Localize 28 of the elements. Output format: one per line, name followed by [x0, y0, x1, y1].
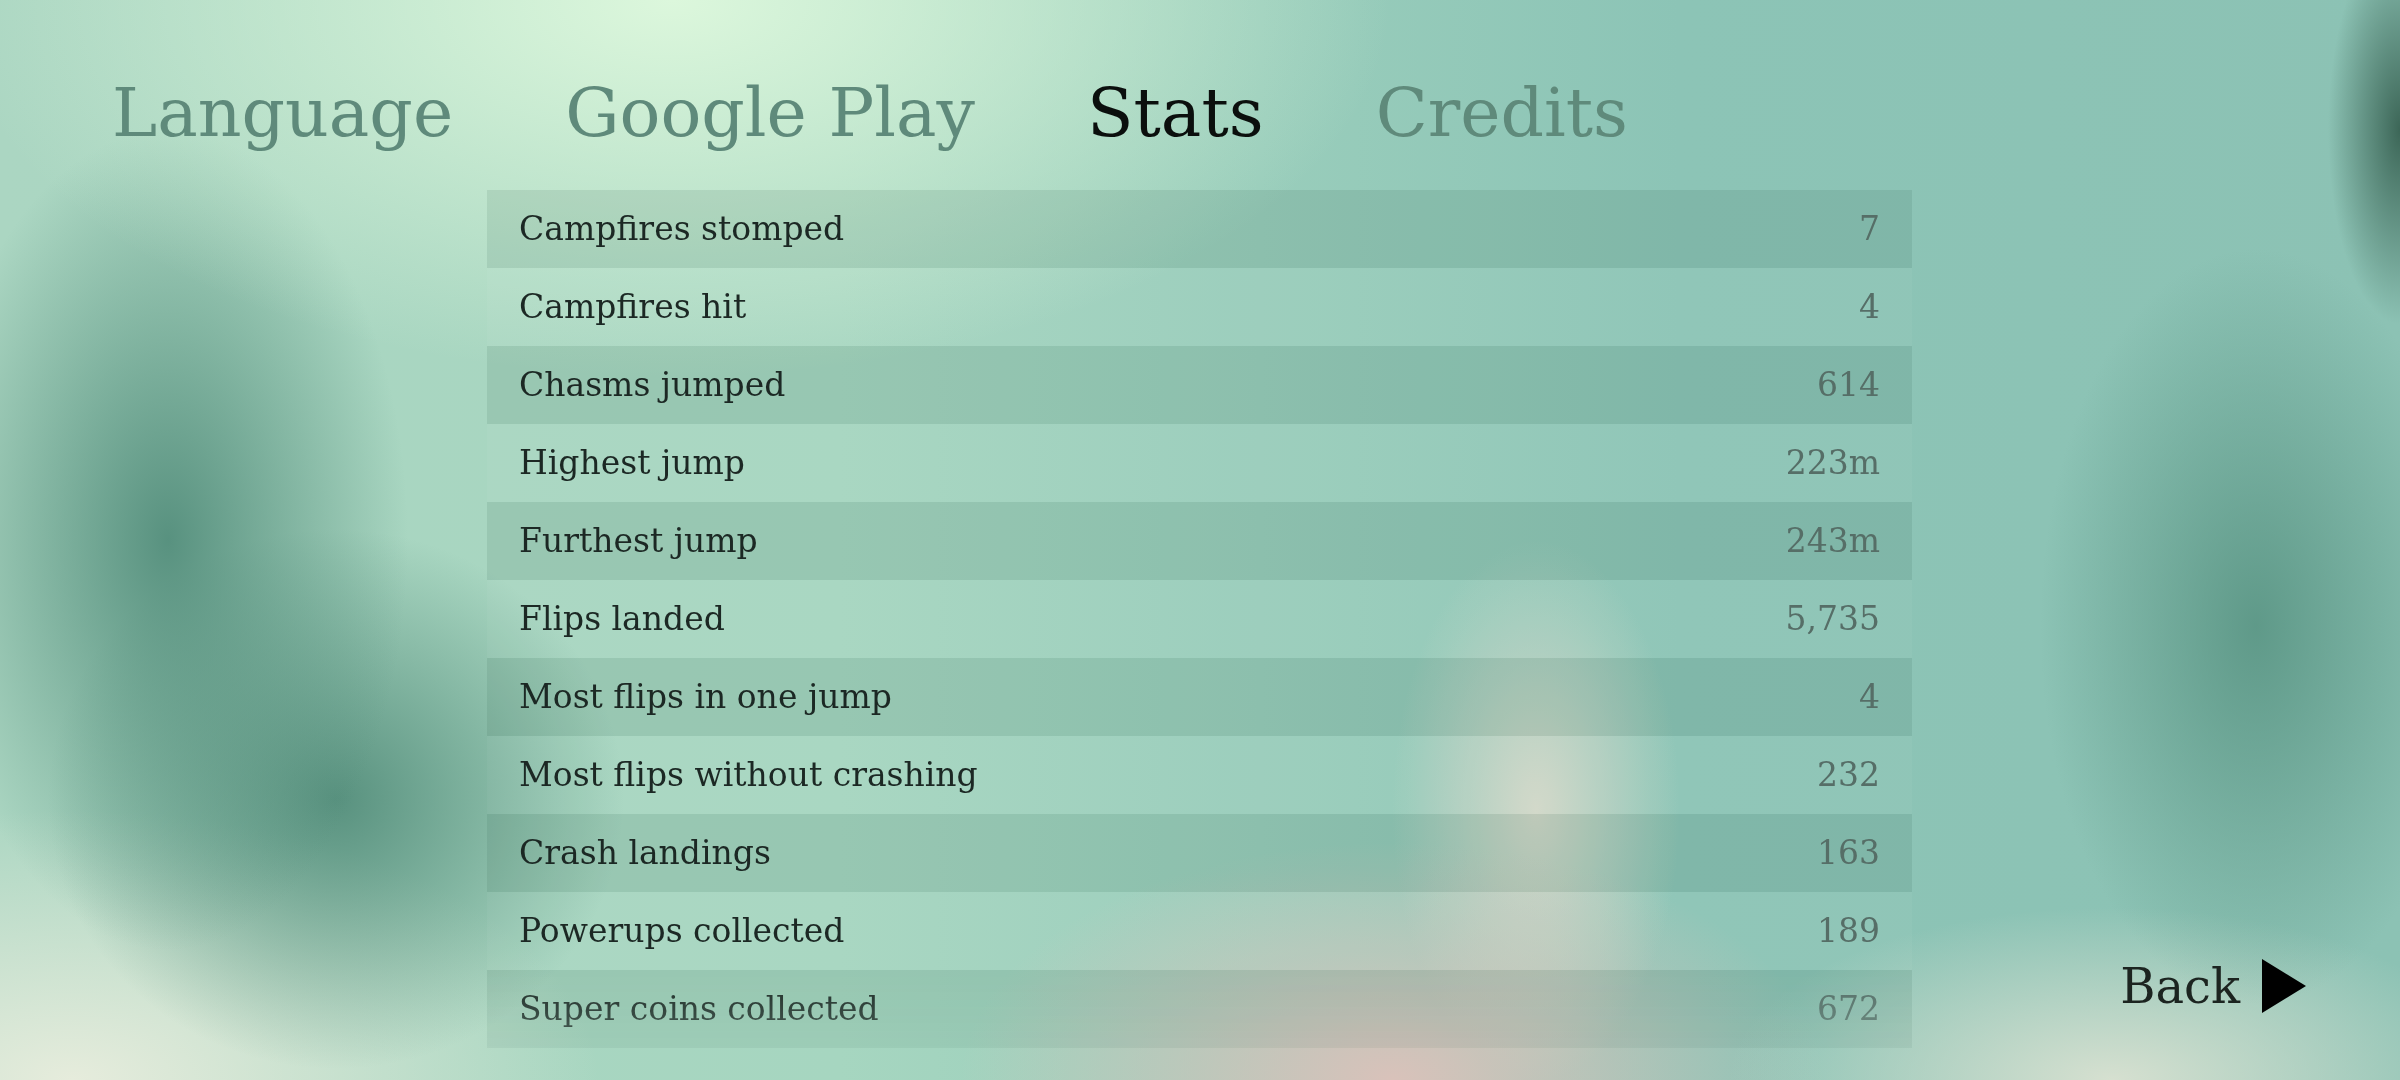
stat-value: 243m — [1785, 520, 1880, 563]
stat-label: Chasms jumped — [519, 364, 786, 407]
stat-value: 7 — [1859, 208, 1880, 251]
stat-label: Super coins collected — [519, 988, 879, 1031]
stat-value: 232 — [1817, 754, 1880, 797]
menu-tab[interactable]: Stats — [1086, 72, 1264, 154]
back-button[interactable]: Back — [2120, 958, 2306, 1014]
stat-label: Highest jump — [519, 442, 745, 485]
menu-tab[interactable]: Credits — [1375, 72, 1628, 154]
stat-label: Flips landed — [519, 598, 725, 641]
right-triangle-icon — [2262, 959, 2306, 1013]
menu-tab[interactable]: Google Play — [565, 72, 975, 154]
stat-value: 4 — [1859, 286, 1880, 329]
stat-value: 5,735 — [1785, 598, 1880, 641]
stat-label: Most flips without crashing — [519, 754, 978, 797]
stat-label: Crash landings — [519, 832, 771, 875]
stat-label: Furthest jump — [519, 520, 758, 563]
stat-value: 4 — [1859, 676, 1880, 719]
stat-value: 223m — [1785, 442, 1880, 485]
stat-value: 189 — [1817, 910, 1880, 953]
menu-tab[interactable]: Language — [112, 72, 454, 154]
stat-label: Campfires hit — [519, 286, 747, 329]
stat-value: 614 — [1817, 364, 1880, 407]
stat-value: 672 — [1817, 988, 1880, 1031]
stat-label: Powerups collected — [519, 910, 845, 953]
stat-label: Campfires stomped — [519, 208, 845, 251]
stat-value: 163 — [1817, 832, 1880, 875]
stat-label: Most flips in one jump — [519, 676, 892, 719]
